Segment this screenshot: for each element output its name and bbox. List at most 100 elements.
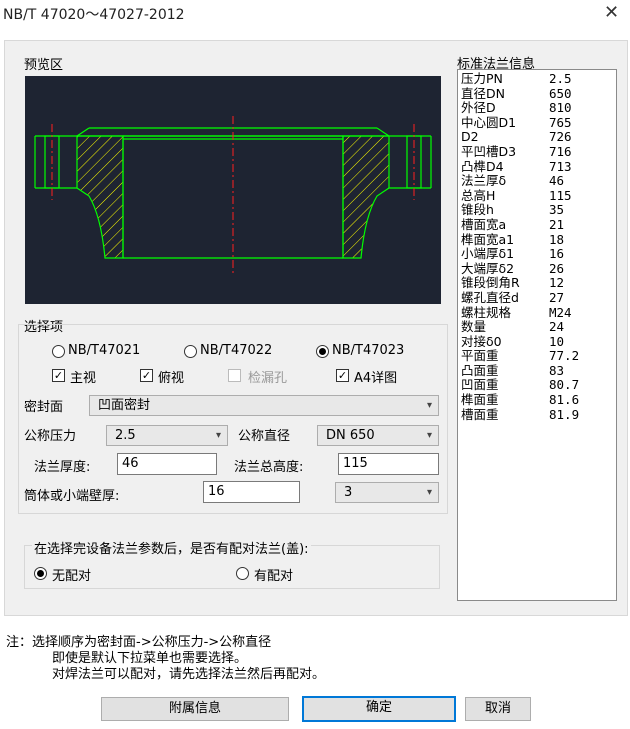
chevron-down-icon: ▾: [426, 400, 432, 411]
info-row: 大端厚δ2 26: [461, 260, 616, 277]
info-key: 总高H: [461, 187, 496, 203]
info-value: 35: [549, 202, 565, 218]
check-icon[interactable]: ✓: [140, 369, 153, 382]
window-title: NB/T 47020～47027-2012: [3, 7, 185, 23]
radio-circle[interactable]: [316, 345, 329, 358]
seal-face-label: 密封面: [24, 400, 64, 415]
attach-info-button[interactable]: 附属信息: [101, 697, 289, 721]
check-icon[interactable]: ✓: [336, 369, 349, 382]
mating-question: 在选择完设备法兰参数后，是否有配对法兰(盖):: [32, 538, 311, 557]
info-key: 法兰厚δ: [461, 173, 507, 189]
pressure-label: 公称压力: [24, 429, 77, 444]
info-key: 凹面重: [461, 377, 499, 393]
info-value: 10: [549, 333, 565, 349]
info-key: D2: [461, 129, 479, 145]
info-row: 对接δ0 10: [461, 333, 616, 350]
info-key: 凸面重: [461, 362, 499, 378]
info-value: 21: [549, 216, 565, 232]
checkbox-label: A4详图: [354, 371, 398, 386]
radio-circle[interactable]: [34, 567, 47, 580]
radio-label: 有配对: [254, 569, 294, 584]
info-row: 总高H 115: [461, 187, 616, 204]
chevron-down-icon: ▾: [215, 430, 221, 441]
radio-label: NB/T47023: [332, 343, 405, 358]
info-value: 716: [549, 143, 572, 159]
ok-button[interactable]: 确定: [302, 696, 456, 722]
info-value: 80.7: [549, 377, 580, 393]
check-icon[interactable]: [228, 369, 241, 382]
checkbox-label: 俯视: [158, 371, 185, 386]
radio-label: 无配对: [52, 569, 92, 584]
info-key: 小端厚δ1: [461, 246, 515, 262]
info-key: 榫面重: [461, 392, 499, 408]
thickness-input[interactable]: 46: [117, 453, 217, 475]
radio-label: NB/T47021: [68, 343, 141, 358]
wall-input[interactable]: 16: [203, 481, 300, 503]
radio-circle[interactable]: [52, 345, 65, 358]
info-row: 榫面重 81.6: [461, 392, 616, 408]
info-value: 115: [549, 187, 572, 203]
info-value: 18: [549, 231, 565, 247]
info-key: 槽面宽a: [461, 216, 507, 232]
thickness-label: 法兰厚度:: [34, 460, 91, 475]
info-row: 法兰厚δ 46: [461, 173, 616, 189]
info-value: 726: [549, 129, 572, 145]
pressure-select[interactable]: 2.5 ▾: [106, 425, 228, 446]
info-row: 凸面重 83: [461, 362, 616, 379]
info-row: 直径DN 650: [461, 85, 616, 102]
info-row: 螺孔直径d 27: [461, 290, 616, 306]
radio-circle[interactable]: [236, 567, 249, 580]
wall-select[interactable]: 3 ▾: [335, 482, 439, 503]
info-value: 713: [549, 158, 572, 174]
info-key: 直径DN: [461, 85, 505, 101]
info-value: 2.5: [549, 71, 572, 86]
info-key: 锥段倒角R: [461, 275, 520, 291]
info-key: 外径D: [461, 100, 496, 116]
info-key: 压力PN: [461, 71, 503, 86]
info-row: 外径D 810: [461, 100, 616, 116]
info-value: 83: [549, 362, 565, 378]
cancel-button[interactable]: 取消: [465, 697, 531, 721]
wall-select-value: 3: [344, 485, 353, 500]
chevron-down-icon: ▾: [426, 487, 432, 498]
note-line-3: 对焊法兰可以配对，请先选择法兰然后再配对。: [52, 667, 326, 682]
height-input[interactable]: 115: [338, 453, 439, 475]
chevron-down-icon: ▾: [426, 430, 432, 441]
info-key: 数量: [461, 319, 487, 335]
info-list[interactable]: 压力PN 2.5 直径DN 650 外径D 810 中心圆D1 765 D2 726 平凹槽D3 7…: [457, 69, 617, 601]
close-icon[interactable]: ✕: [604, 2, 619, 23]
info-key: 锥段h: [461, 202, 494, 218]
info-row: 锥段h 35: [461, 203, 616, 218]
height-label: 法兰总高度:: [234, 460, 304, 475]
info-value: 765: [549, 114, 572, 130]
info-key: 螺柱规格: [461, 304, 512, 320]
radio-circle[interactable]: [184, 345, 197, 358]
info-row: 数量 24: [461, 319, 616, 335]
info-row: 凸榫D4 713: [461, 158, 616, 175]
check-icon[interactable]: ✓: [52, 369, 65, 382]
info-key: 平凹槽D3: [461, 143, 517, 159]
info-key: 对接δ0: [461, 333, 502, 349]
info-row: 平凹槽D3 716: [461, 143, 616, 160]
info-value: 12: [549, 275, 565, 291]
left-section-hatch: [76, 135, 124, 259]
info-key: 中心圆D1: [461, 114, 517, 130]
info-key: 大端厚δ2: [461, 260, 515, 276]
diameter-select[interactable]: DN 650 ▾: [317, 425, 439, 446]
seal-face-select[interactable]: 凹面密封 ▾: [89, 395, 439, 416]
info-value: 810: [549, 100, 572, 116]
info-row: D2 726: [461, 130, 616, 145]
info-value: 81.9: [549, 406, 580, 422]
info-row: 锥段倒角R 12: [461, 276, 616, 291]
radio-label: NB/T47022: [200, 343, 273, 358]
info-row: 槽面重 81.9: [461, 406, 616, 423]
preview-label: 预览区: [24, 58, 64, 73]
info-key: 凸榫D4: [461, 158, 504, 174]
info-row: 凹面重 80.7: [461, 378, 616, 393]
info-row: 小端厚δ1 16: [461, 246, 616, 262]
info-value: 650: [549, 85, 572, 101]
checkbox-label: 检漏孔: [248, 371, 288, 386]
info-key: 平面重: [461, 348, 499, 364]
info-row: 螺柱规格 M24: [461, 304, 616, 321]
info-key: 榫面宽a1: [461, 231, 515, 247]
